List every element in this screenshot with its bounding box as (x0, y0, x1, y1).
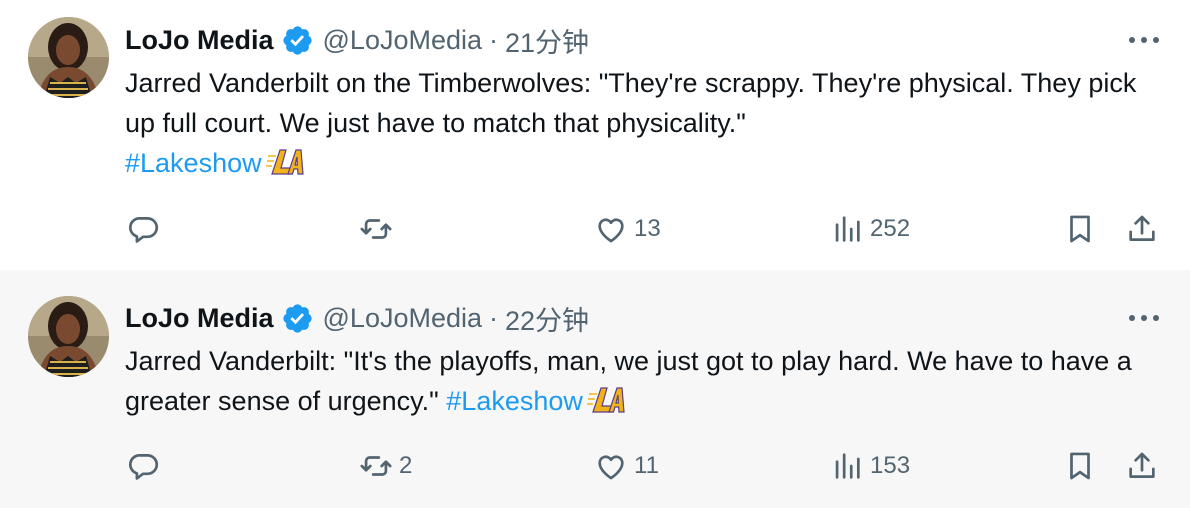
verified-badge-icon (281, 302, 314, 335)
like-button[interactable]: 11 (594, 446, 659, 486)
retweet-icon (359, 449, 393, 483)
separator-dot: · (489, 24, 499, 55)
action-bar: 13 252 (0, 209, 1190, 249)
more-icon[interactable] (1128, 34, 1160, 46)
author-name[interactable]: LoJo Media (125, 303, 274, 334)
avatar[interactable] (28, 17, 109, 98)
timeline-feed: LoJo Media @LoJoMedia · 21分钟 Jarred Vand… (0, 0, 1190, 508)
like-count: 13 (634, 215, 661, 242)
retweet-button[interactable] (359, 209, 399, 249)
reply-icon (127, 449, 161, 483)
author-handle[interactable]: @LoJoMedia (323, 303, 483, 334)
views-icon (830, 212, 864, 246)
bookmark-icon (1063, 212, 1097, 246)
like-icon (594, 212, 628, 246)
bookmark-icon (1063, 449, 1097, 483)
tweet-text: Jarred Vanderbilt: "It's the playoffs, m… (125, 341, 1155, 421)
reply-icon (127, 212, 161, 246)
retweet-button[interactable]: 2 (359, 446, 412, 486)
action-bar: 2 11 153 (0, 446, 1190, 486)
like-button[interactable]: 13 (594, 209, 661, 249)
view-count: 252 (870, 215, 911, 242)
like-count: 11 (634, 452, 659, 479)
share-icon (1125, 212, 1159, 246)
tweet-header: LoJo Media @LoJoMedia · 21分钟 (125, 20, 589, 60)
verified-badge-icon (281, 24, 314, 57)
more-icon[interactable] (1128, 312, 1160, 324)
author-handle[interactable]: @LoJoMedia (323, 25, 483, 56)
like-icon (594, 449, 628, 483)
tweet[interactable]: LoJo Media @LoJoMedia · 21分钟 Jarred Vand… (0, 0, 1190, 270)
tweet-text: Jarred Vanderbilt on the Timberwolves: "… (125, 63, 1155, 183)
hashtag-link[interactable]: #Lakeshow (125, 148, 262, 178)
tweet-header: LoJo Media @LoJoMedia · 22分钟 (125, 298, 589, 338)
avatar[interactable] (28, 296, 109, 377)
hashtag-link[interactable]: #Lakeshow (446, 386, 583, 416)
reply-button[interactable] (127, 209, 167, 249)
lakers-logo-icon (266, 144, 306, 178)
retweet-icon (359, 212, 393, 246)
share-button[interactable] (1125, 209, 1159, 249)
timestamp[interactable]: 21分钟 (505, 21, 589, 60)
share-icon (1125, 449, 1159, 483)
tweet-body: Jarred Vanderbilt on the Timberwolves: "… (125, 68, 1137, 138)
reply-button[interactable] (127, 446, 167, 486)
timestamp[interactable]: 22分钟 (505, 299, 589, 338)
separator-dot: · (489, 302, 499, 333)
tweet[interactable]: LoJo Media @LoJoMedia · 22分钟 Jarred Vand… (0, 270, 1190, 508)
view-count: 153 (870, 452, 911, 479)
share-button[interactable] (1125, 446, 1159, 486)
bookmark-button[interactable] (1063, 209, 1097, 249)
tweet-body: Jarred Vanderbilt: "It's the playoffs, m… (125, 346, 1132, 416)
lakers-logo-icon (587, 382, 627, 416)
views-icon (830, 449, 864, 483)
views-button[interactable]: 153 (830, 446, 910, 486)
retweet-count: 2 (399, 452, 413, 479)
bookmark-button[interactable] (1063, 446, 1097, 486)
views-button[interactable]: 252 (830, 209, 910, 249)
author-name[interactable]: LoJo Media (125, 25, 274, 56)
